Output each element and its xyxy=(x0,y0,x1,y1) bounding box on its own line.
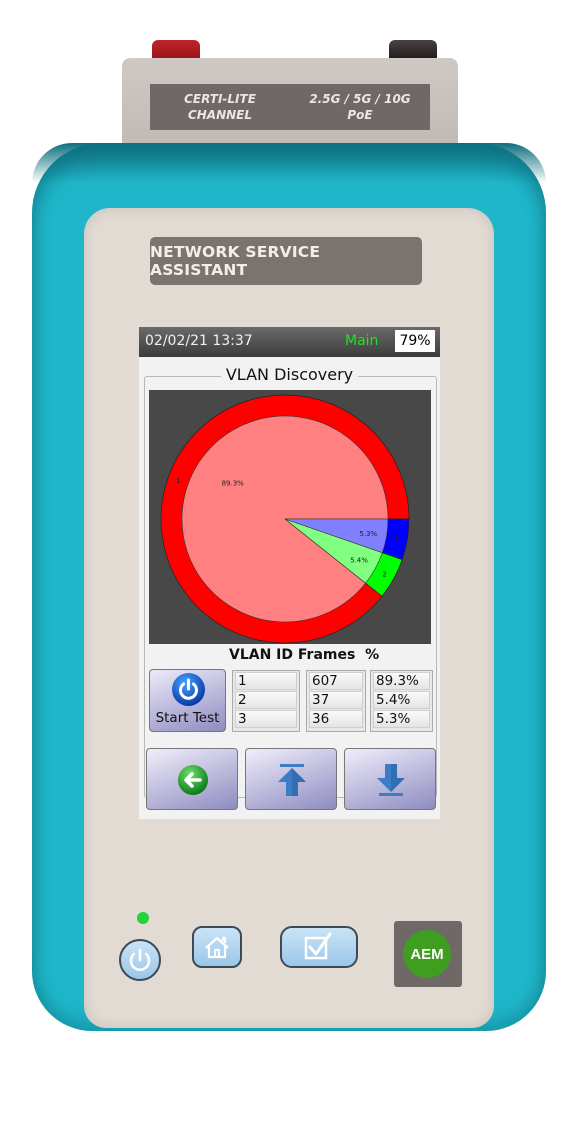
pie-label-2: 2 xyxy=(382,571,386,579)
percent-column: 89.3% 5.4% 5.3% xyxy=(370,670,433,732)
aem-logo: AEM xyxy=(403,930,451,978)
start-test-button[interactable]: Start Test xyxy=(149,669,226,732)
pie-label-1: 1 xyxy=(176,477,180,485)
power-icon xyxy=(129,948,151,971)
battery-indicator: 79% xyxy=(395,330,435,352)
start-test-label: Start Test xyxy=(155,710,220,726)
scroll-top-icon xyxy=(278,764,306,796)
table-cell-vlan-id: 1 xyxy=(235,672,297,690)
back-button[interactable] xyxy=(146,748,238,810)
vlan-id-column: 1 2 3 xyxy=(232,670,300,732)
power-icon xyxy=(172,673,205,706)
table-header: VLAN ID Frames % xyxy=(229,647,380,663)
home-icon xyxy=(205,936,229,959)
status-datetime: 02/02/21 13:37 xyxy=(145,333,253,349)
aem-logo-badge: AEM xyxy=(394,921,462,987)
pie-value-label-2: 5.4% xyxy=(350,557,368,565)
back-arrow-icon xyxy=(178,765,208,795)
pie-chart-svg: 1 89.3% 2 5.4% 3 5.3% xyxy=(160,394,410,644)
scroll-to-top-button[interactable] xyxy=(245,748,337,810)
scroll-down-button[interactable] xyxy=(344,748,436,810)
table-cell-percent: 5.3% xyxy=(373,710,430,728)
table-cell-frames: 37 xyxy=(309,691,363,709)
pie-value-label-1: 89.3% xyxy=(222,479,245,487)
page-title: VLAN Discovery xyxy=(139,365,440,384)
pie-value-label-3: 5.3% xyxy=(359,530,377,538)
hardware-power-button[interactable] xyxy=(119,939,161,981)
status-mode: Main xyxy=(345,333,379,349)
touch-screen: 02/02/21 13:37 Main 79% VLAN Discovery 1… xyxy=(139,327,440,819)
frames-column: 607 37 36 xyxy=(306,670,366,732)
adapter-label-left: CERTI-LITE CHANNEL xyxy=(150,84,291,130)
table-cell-frames: 36 xyxy=(309,710,363,728)
scroll-down-icon xyxy=(377,764,405,796)
boot-shadow xyxy=(32,143,546,183)
checkbox-icon xyxy=(304,932,332,960)
adapter-label-right: 2.5G / 5G / 10G PoE xyxy=(290,84,430,130)
hardware-home-button[interactable] xyxy=(192,926,242,968)
pie-label-3: 3 xyxy=(395,535,399,543)
table-cell-vlan-id: 3 xyxy=(235,710,297,728)
table-cell-percent: 5.4% xyxy=(373,691,430,709)
hardware-check-button[interactable] xyxy=(280,926,358,968)
power-led xyxy=(137,912,149,924)
vlan-pie-chart: 1 89.3% 2 5.4% 3 5.3% xyxy=(149,390,431,644)
table-cell-percent: 89.3% xyxy=(373,672,430,690)
table-cell-frames: 607 xyxy=(309,672,363,690)
brand-label: NETWORK SERVICE ASSISTANT xyxy=(150,237,422,285)
status-bar: 02/02/21 13:37 Main 79% xyxy=(139,327,440,357)
table-cell-vlan-id: 2 xyxy=(235,691,297,709)
